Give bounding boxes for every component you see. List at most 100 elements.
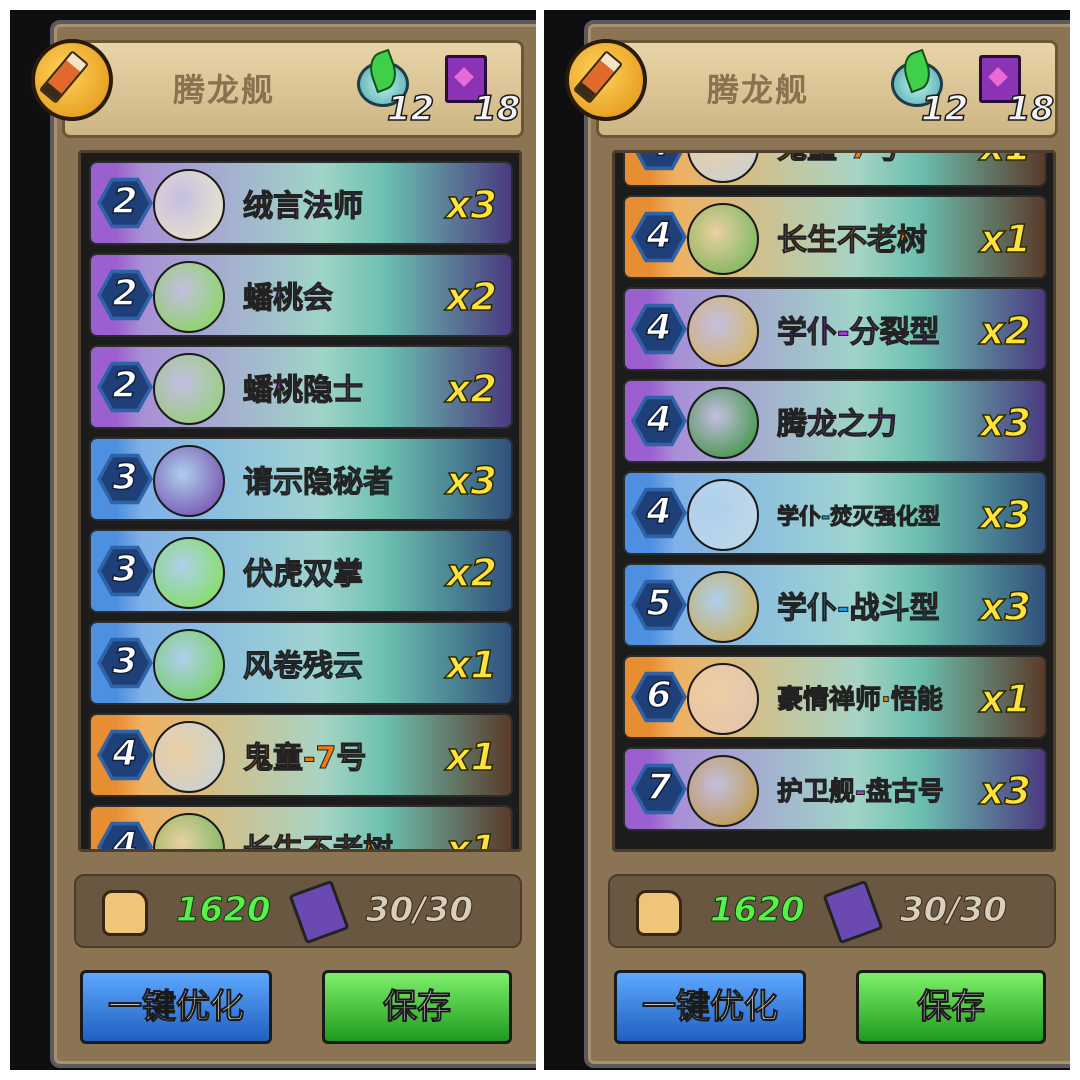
card-list[interactable]: 4 鬼童-7号 x1 4 长生不老树 x1 4 学仆-分裂型 x2 4 腾龙之力 x3 4 学仆-焚灭强化… (612, 150, 1056, 852)
stats-bar: 1620 30/30 (74, 874, 522, 948)
deck-title: 腾龙舰 (707, 71, 810, 109)
deck-count: 30/30 (899, 890, 1008, 931)
card-cost: 7 (646, 766, 673, 809)
edit-pencil-icon[interactable] (31, 39, 113, 121)
card-name: 长生不老树 (777, 223, 928, 259)
card-cost: 3 (112, 456, 139, 499)
card-quantity: x3 (979, 400, 1031, 446)
card-art-icon (153, 629, 225, 701)
card-row[interactable]: 4 学仆-分裂型 x2 (623, 287, 1047, 371)
card-art-icon (687, 571, 759, 643)
card-cost: 4 (112, 732, 139, 775)
card-quantity: x1 (979, 153, 1031, 170)
deck-screen-right: 腾龙舰 12 18 4 鬼童-7号 x1 4 长生不老树 x1 4 学仆-分裂型 x2 4 腾龙之力… (544, 10, 1070, 1070)
card-name: 学仆-分裂型 (776, 315, 940, 351)
card-quantity: x2 (979, 308, 1031, 354)
card-row[interactable]: 5 学仆-战斗型 x3 (623, 563, 1047, 647)
optimize-button[interactable]: 一键优化 (614, 970, 806, 1044)
leaf-count: 12 (386, 88, 435, 130)
card-cost: 4 (646, 306, 673, 349)
card-quantity: x1 (979, 676, 1031, 722)
card-cost: 3 (112, 640, 139, 683)
card-art-icon (687, 387, 759, 459)
card-row[interactable]: 2 蟠桃隐士 x2 (89, 345, 513, 429)
card-name: 腾龙之力 (777, 407, 898, 443)
card-cost: 4 (646, 490, 673, 533)
card-row[interactable]: 2 蟠桃会 x2 (89, 253, 513, 337)
card-art-icon (687, 153, 759, 183)
optimize-button[interactable]: 一键优化 (80, 970, 272, 1044)
card-art-icon (687, 203, 759, 275)
card-art-icon (153, 813, 225, 849)
card-cost: 6 (646, 674, 673, 717)
card-name: 蟠桃会 (243, 281, 334, 317)
card-art-icon (153, 445, 225, 517)
cards-icon (822, 879, 884, 945)
card-quantity: x1 (445, 642, 497, 688)
card-quantity: x3 (445, 458, 497, 504)
card-row[interactable]: 7 护卫舰-盘古号 x3 (623, 747, 1047, 831)
card-art-icon (153, 721, 225, 793)
cards-icon (288, 879, 350, 945)
save-button[interactable]: 保存 (322, 970, 512, 1044)
card-quantity: x2 (445, 274, 497, 320)
card-row[interactable]: 4 学仆-焚灭强化型 x3 (623, 471, 1047, 555)
fist-icon (636, 890, 682, 936)
card-cost: 2 (112, 180, 139, 223)
header-bar: 腾龙舰 12 18 (565, 39, 1058, 138)
book-count: 18 (472, 88, 521, 130)
card-cost: 3 (112, 548, 139, 591)
card-art-icon (687, 755, 759, 827)
leaf-count: 12 (920, 88, 969, 130)
card-quantity: x2 (445, 366, 497, 412)
card-name: 鬼童-7号 (776, 153, 900, 167)
card-art-icon (153, 353, 225, 425)
edit-pencil-icon[interactable] (565, 39, 647, 121)
card-cost: 2 (112, 364, 139, 407)
card-cost: 4 (112, 824, 139, 852)
card-name: 绒言法师 (243, 189, 364, 225)
card-row[interactable]: 4 长生不老树 x1 (623, 195, 1047, 279)
card-art-icon (687, 479, 759, 551)
fist-icon (102, 890, 148, 936)
card-name: 风卷残云 (243, 649, 364, 685)
deck-title: 腾龙舰 (173, 71, 276, 109)
card-cost: 5 (646, 582, 673, 625)
card-art-icon (687, 295, 759, 367)
card-quantity: x2 (445, 550, 497, 596)
card-quantity: x3 (979, 492, 1031, 538)
deck-count: 30/30 (365, 890, 474, 931)
card-row[interactable]: 4 腾龙之力 x3 (623, 379, 1047, 463)
card-row[interactable]: 4 长生不老树 x1 (89, 805, 513, 852)
card-name: 豪情禅师·悟能 (777, 685, 944, 716)
card-list[interactable]: 2 绒言法师 x3 2 蟠桃会 x2 2 蟠桃隐士 x2 3 请示隐秘者 x3 3 伏虎双掌 x2 3 风卷残云… (78, 150, 522, 852)
header-bar: 腾龙舰 12 18 (31, 39, 524, 138)
card-quantity: x1 (979, 216, 1031, 262)
card-quantity: x1 (445, 826, 497, 852)
card-row[interactable]: 3 请示隐秘者 x3 (89, 437, 513, 521)
card-cost: 4 (646, 214, 673, 257)
card-name: 鬼童-7号 (242, 741, 367, 777)
card-art-icon (687, 663, 759, 735)
card-name: 长生不老树 (243, 833, 394, 852)
card-row[interactable]: 3 风卷残云 x1 (89, 621, 513, 705)
card-row[interactable]: 3 伏虎双掌 x2 (89, 529, 513, 613)
power-value: 1620 (710, 890, 806, 931)
card-quantity: x1 (445, 734, 497, 780)
card-name: 学仆-战斗型 (776, 591, 940, 627)
book-count: 18 (1006, 88, 1055, 130)
stats-bar: 1620 30/30 (608, 874, 1056, 948)
card-row[interactable]: 4 鬼童-7号 x1 (89, 713, 513, 797)
card-name: 学仆-焚灭强化型 (776, 505, 941, 531)
save-button[interactable]: 保存 (856, 970, 1046, 1044)
card-cost: 2 (112, 272, 139, 315)
card-cost: 4 (646, 398, 673, 441)
card-row[interactable]: 2 绒言法师 x3 (89, 161, 513, 245)
card-row[interactable]: 4 鬼童-7号 x1 (623, 153, 1047, 187)
card-art-icon (153, 169, 225, 241)
card-row[interactable]: 6 豪情禅师·悟能 x1 (623, 655, 1047, 739)
card-name: 请示隐秘者 (243, 465, 394, 501)
card-art-icon (153, 537, 225, 609)
card-cost: 4 (639, 153, 679, 165)
power-value: 1620 (176, 890, 272, 931)
